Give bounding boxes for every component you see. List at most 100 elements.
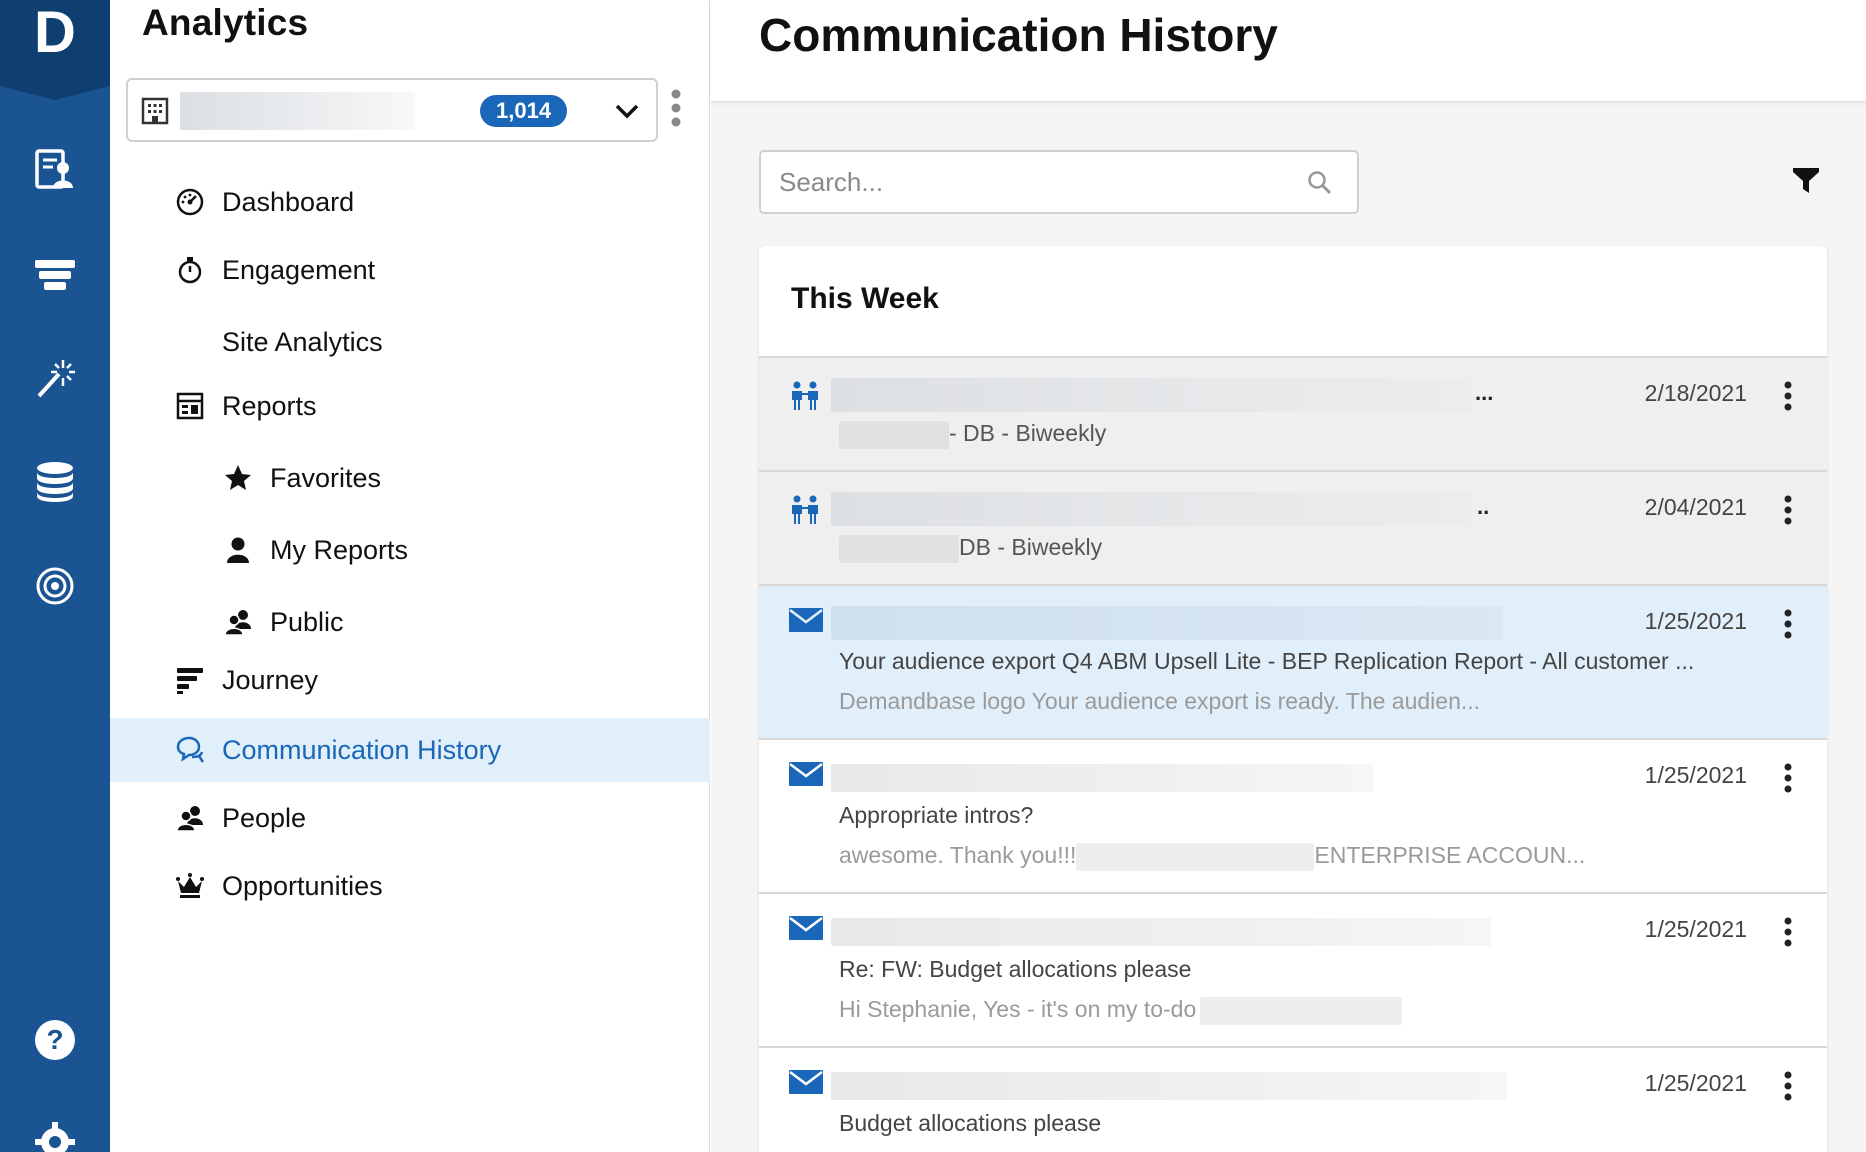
- name-redacted: [839, 420, 949, 449]
- more-options-icon[interactable]: [1783, 608, 1793, 645]
- sidebar-item-engagement[interactable]: Engagement: [110, 238, 710, 302]
- more-options-icon[interactable]: [1783, 1070, 1793, 1107]
- item-subtitle: DB - Biweekly: [839, 534, 1102, 563]
- sidebar-item-favorites[interactable]: Favorites: [110, 446, 710, 510]
- item-preview: Demandbase logo Your audience export is …: [839, 688, 1481, 714]
- sidebar-item-opportunities[interactable]: Opportunities: [110, 854, 710, 918]
- communication-list-card: This Week ... 2/18/2021 - DB - Biweekly …: [759, 246, 1827, 1152]
- sidebar-item-label: Opportunities: [222, 870, 383, 901]
- account-more-icon[interactable]: [670, 88, 682, 133]
- account-report-icon[interactable]: [27, 142, 83, 198]
- sidebar-item-label: Communication History: [222, 734, 502, 765]
- item-subject: Budget allocations please: [839, 1110, 1102, 1136]
- item-date: 1/25/2021: [1644, 916, 1747, 942]
- item-subject: Re: FW: Budget allocations please: [839, 956, 1192, 982]
- item-date: 2/18/2021: [1644, 380, 1747, 406]
- item-subtitle-text: - DB - Biweekly: [949, 420, 1107, 446]
- item-preview: awesome. Thank you!!! ENTERPRISE ACCOUN..…: [839, 842, 1585, 871]
- meeting-icon: [789, 380, 821, 417]
- user-icon: [222, 534, 254, 566]
- settings-icon[interactable]: [27, 1114, 83, 1152]
- sidebar-item-label: Site Analytics: [222, 326, 383, 357]
- sidebar-item-my-reports[interactable]: My Reports: [110, 518, 710, 582]
- page-header: Communication History: [711, 0, 1866, 102]
- list-item[interactable]: 1/25/2021 Re: FW: Budget allocations ple…: [759, 894, 1827, 1048]
- filter-icon[interactable]: [1791, 165, 1821, 200]
- sidebar-item-public[interactable]: Public: [110, 590, 710, 654]
- sidebar-item-label: Dashboard: [222, 186, 355, 217]
- item-preview: Hi Stephanie, Yes - it's on my to-do: [839, 996, 1403, 1025]
- more-options-icon[interactable]: [1783, 762, 1793, 799]
- account-name-redacted: [180, 92, 415, 130]
- more-options-icon[interactable]: [1783, 494, 1793, 531]
- sidebar-item-people[interactable]: People: [110, 786, 710, 850]
- sidebar-item-label: Engagement: [222, 254, 376, 285]
- sidebar-item-label: Favorites: [270, 462, 382, 493]
- item-date: 2/04/2021: [1644, 494, 1747, 520]
- gauge-icon: [174, 186, 206, 218]
- target-icon[interactable]: [27, 558, 83, 614]
- sidebar-item-reports[interactable]: Reports: [110, 374, 710, 438]
- search-icon[interactable]: [1307, 170, 1333, 201]
- sidebar-item-journey[interactable]: Journey: [110, 648, 710, 712]
- sidebar-item-communication-history[interactable]: Communication History: [110, 718, 710, 782]
- item-preview-text: Hi Stephanie, Yes - it's on my to-do: [839, 996, 1197, 1022]
- list-item[interactable]: .. 2/04/2021 DB - Biweekly: [759, 472, 1827, 586]
- section-title: This Week: [791, 282, 939, 315]
- name-redacted: [1076, 842, 1315, 871]
- list-item[interactable]: 1/25/2021 Appropriate intros? awesome. T…: [759, 740, 1827, 894]
- item-preview-start: awesome. Thank you!!!: [839, 842, 1077, 868]
- demandbase-logo[interactable]: D: [0, 0, 110, 100]
- list-item[interactable]: ... 2/18/2021 - DB - Biweekly: [759, 358, 1827, 472]
- magic-wand-icon[interactable]: [27, 350, 83, 406]
- item-subject: Appropriate intros?: [839, 802, 1034, 828]
- item-date: 1/25/2021: [1644, 608, 1747, 634]
- sidebar-item-site-analytics[interactable]: Site Analytics: [110, 310, 710, 374]
- database-icon[interactable]: [27, 454, 83, 510]
- sidebar-item-label: Public: [270, 606, 344, 637]
- main-panel: Communication History This Week ... 2/18…: [711, 0, 1866, 1152]
- account-count-badge: 1,014: [480, 95, 568, 127]
- account-selector[interactable]: 1,014: [126, 78, 658, 142]
- email-icon: [789, 1070, 823, 1099]
- item-date: 1/25/2021: [1644, 762, 1747, 788]
- chevron-down-icon[interactable]: [614, 100, 640, 127]
- help-icon[interactable]: ?: [27, 1012, 83, 1068]
- truncation-ellipsis: ...: [1475, 380, 1494, 405]
- logo-letter: D: [34, 0, 76, 65]
- email-icon: [789, 762, 823, 791]
- building-icon: [140, 96, 170, 131]
- list-item[interactable]: 1/25/2021 Budget allocations please: [759, 1048, 1827, 1152]
- sender-redacted: [831, 918, 1491, 946]
- app-title: Analytics: [142, 2, 309, 43]
- people-icon: [174, 802, 206, 834]
- stopwatch-icon: [174, 254, 206, 286]
- sender-redacted: [831, 764, 1373, 792]
- search-box[interactable]: [759, 150, 1359, 214]
- subject-redacted: [831, 492, 1471, 526]
- item-preview-end: ENTERPRISE ACCOUN...: [1314, 842, 1586, 868]
- subject-redacted: [831, 378, 1471, 412]
- name-redacted: [1200, 996, 1403, 1025]
- calendar-report-icon: [174, 390, 206, 422]
- sender-redacted: [831, 1072, 1507, 1100]
- more-options-icon[interactable]: [1783, 380, 1793, 417]
- item-subject: Your audience export Q4 ABM Upsell Lite …: [839, 648, 1695, 674]
- email-icon: [789, 608, 823, 637]
- name-redacted: [839, 534, 959, 563]
- truncation-ellipsis: ..: [1477, 494, 1490, 519]
- sidebar-item-dashboard[interactable]: Dashboard: [110, 170, 710, 234]
- search-input[interactable]: [779, 162, 1279, 202]
- meeting-icon: [789, 494, 821, 531]
- list-item[interactable]: 1/25/2021 Your audience export Q4 ABM Up…: [759, 586, 1827, 740]
- sidebar-item-label: Reports: [222, 390, 317, 421]
- users-icon: [222, 606, 254, 638]
- star-icon: [222, 462, 254, 494]
- more-options-icon[interactable]: [1783, 916, 1793, 953]
- crown-icon: [174, 870, 206, 902]
- item-subtitle-text: DB - Biweekly: [959, 534, 1103, 560]
- sender-redacted: [831, 606, 1503, 640]
- item-date: 1/25/2021: [1644, 1070, 1747, 1096]
- svg-text:?: ?: [46, 1024, 63, 1055]
- funnel-icon[interactable]: [27, 246, 83, 302]
